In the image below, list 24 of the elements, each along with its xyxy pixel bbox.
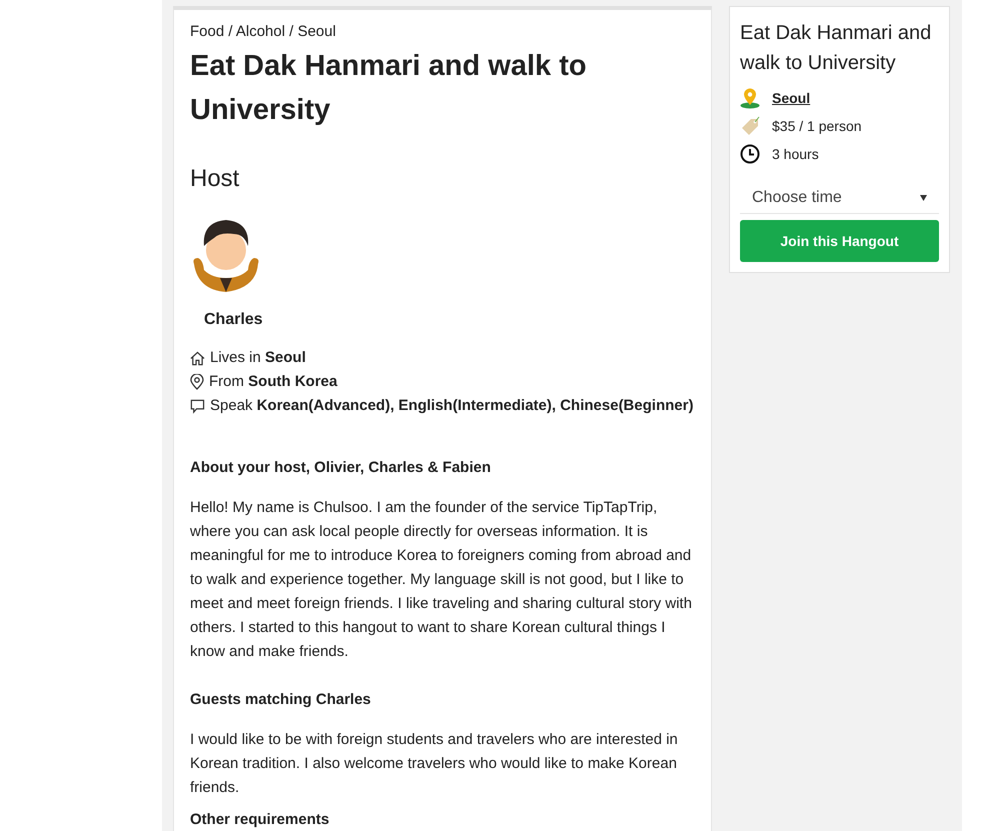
time-select[interactable]: Choose time <box>740 182 939 214</box>
caret-icon <box>920 194 927 200</box>
clock-icon <box>740 144 760 164</box>
booking-detail: $35 / 1 person <box>772 116 862 136</box>
location-link[interactable]: Seoul <box>772 88 810 108</box>
section-heading: Other requirements <box>190 812 330 828</box>
location-pin-icon <box>190 374 204 390</box>
host-name: Charles <box>204 310 264 330</box>
breadcrumb: Food / Alcohol / Seoul <box>190 22 337 42</box>
price-tag-icon <box>740 115 760 137</box>
host-fact: From South Korea <box>209 372 338 392</box>
section-heading: Guests matching Charles <box>190 690 372 710</box>
section-paragraph: Hello! My name is Chulsoo. I am the founder of the service TipTapTrip, where you can ask local people directly for overseas information. It is meaningful for me to introduce Korea to foreigners coming from abroad and to walk and experience together. My language skill is not good, but I like to meet and meet foreign friends. I like traveling and sharing cultural story with others. I started to this hangout to want to share Korean cultural things I know and make friends. <box>190 498 693 662</box>
section-heading: About your host, Olivier, Charles & Fabien <box>190 458 492 478</box>
speech-bubble-icon <box>190 398 205 414</box>
section-paragraph: I would like to be with foreign students and travelers who are interested in Korean tradition. I also welcome travelers who would like to make Korean friends. <box>190 730 679 798</box>
host-fact: Lives in Seoul <box>210 348 306 368</box>
section-heading: Host <box>190 164 240 194</box>
host-fact: Speak Korean(Advanced), English(Intermediate), Chinese(Beginner) <box>210 396 694 416</box>
map-pin-icon <box>740 87 760 109</box>
page-title: Eat Dak Hanmari and walk to University <box>190 49 588 128</box>
booking-detail: 3 hours <box>772 144 819 164</box>
home-icon <box>190 350 205 366</box>
booking-title: Eat Dak Hanmari and walk to University <box>740 21 932 76</box>
